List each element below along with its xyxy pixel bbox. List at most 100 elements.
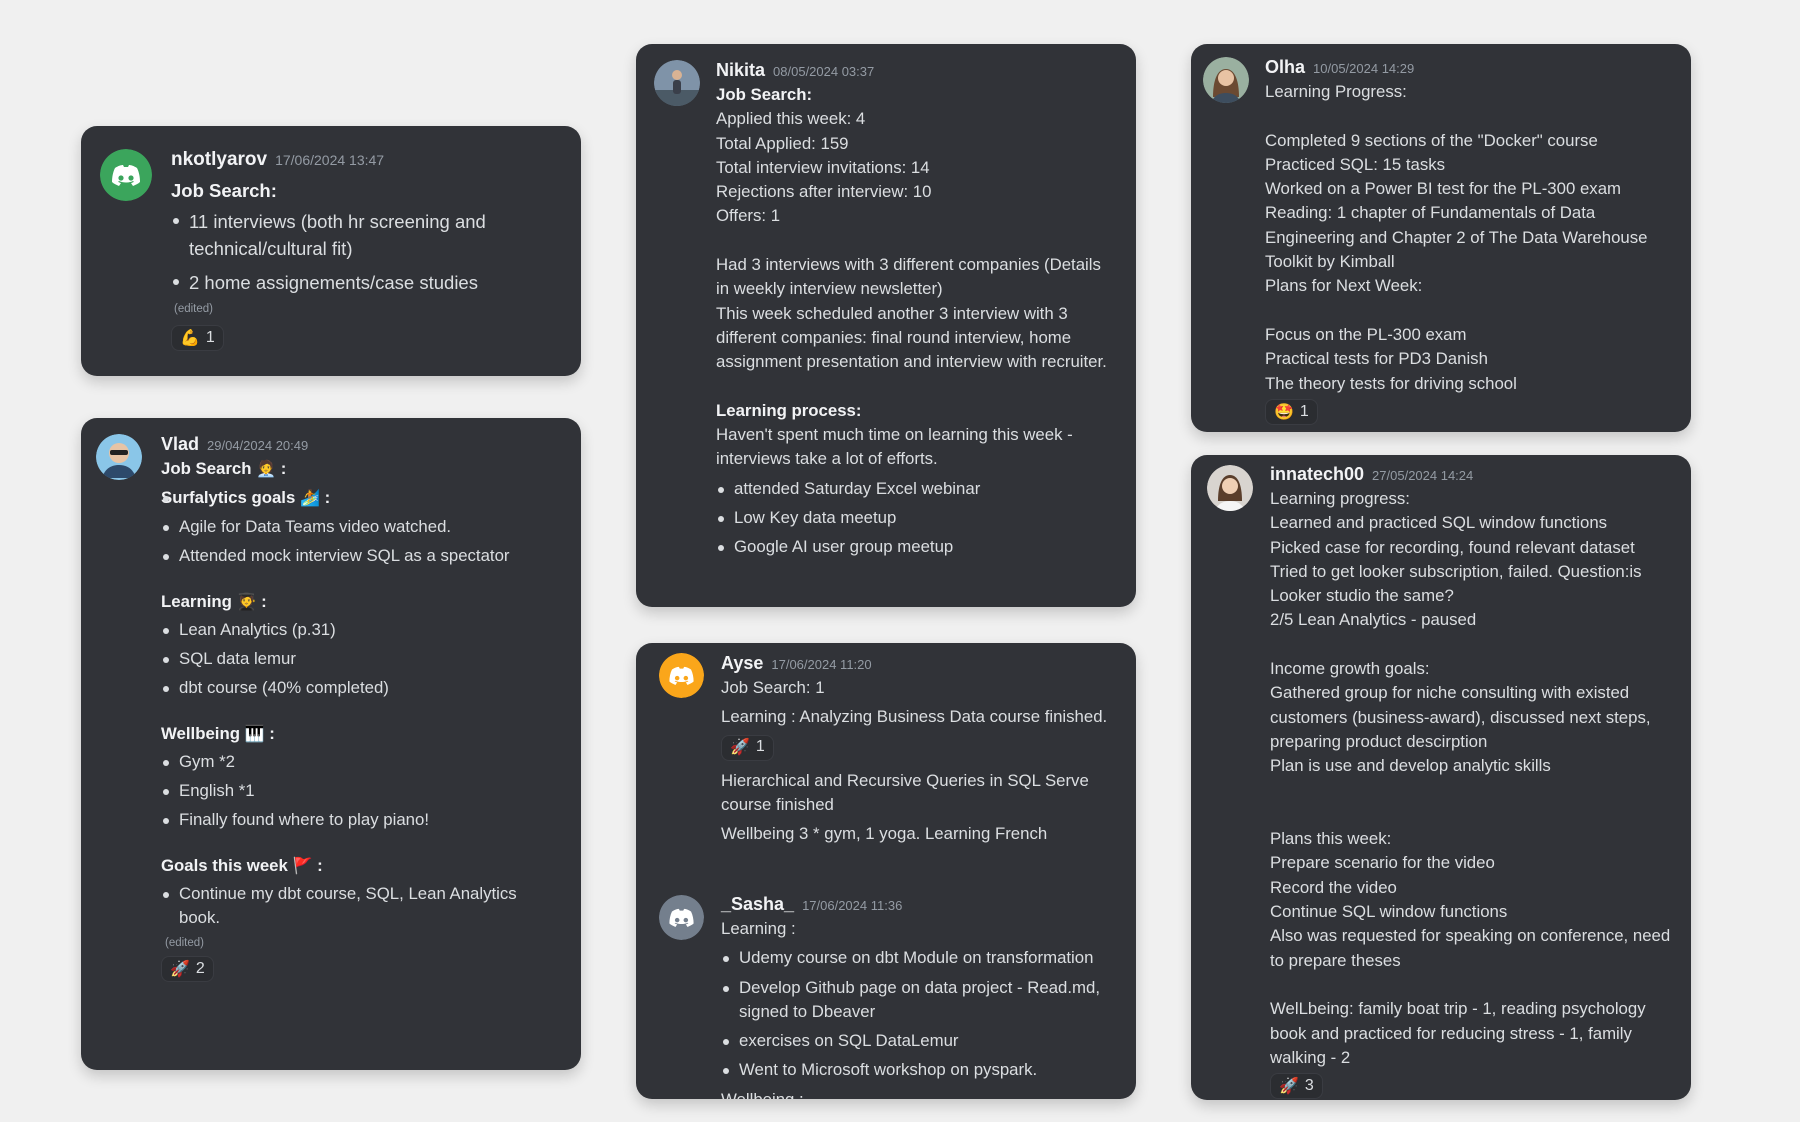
timestamp: 17/06/2024 11:36: [802, 898, 903, 913]
list-item: dbt course (40% completed): [161, 676, 561, 700]
message-line: Job Search: 1: [721, 678, 825, 697]
discord-logo-icon: [659, 653, 704, 698]
paragraph: Haven't spent much time on learning this…: [716, 425, 1073, 469]
paragraph: Had 3 interviews with 3 different compan…: [716, 255, 1101, 299]
list-item: Finally found where to play piano!: [161, 808, 561, 832]
username[interactable]: nkotlyarov: [171, 149, 267, 170]
username[interactable]: Ayse: [721, 653, 763, 673]
message-line: Plans for Next Week:: [1265, 276, 1423, 296]
avatar-discord-gray[interactable]: [659, 895, 704, 940]
timestamp: 08/05/2024 03:37: [773, 64, 875, 79]
stat-line: Offers: 1: [716, 206, 781, 226]
message-line: Completed 9 sections of the "Docker" cou…: [1265, 130, 1598, 150]
username[interactable]: innatech00: [1270, 464, 1364, 484]
paragraph: This week scheduled another 3 interview …: [716, 303, 1107, 372]
student-icon: 🧑‍🎓: [236, 591, 257, 611]
wellbeing-heading: Wellbeing :: [721, 1088, 1126, 1099]
list-item: 2 home assignements/case studies: [171, 269, 561, 297]
wellbeing-heading: Wellbeing: [161, 723, 240, 743]
message-line: [1270, 779, 1675, 803]
message-line: 2/5 Lean Analytics - paused: [1270, 610, 1477, 630]
list-item: English *1: [161, 779, 561, 803]
message-line: Picked case for recording, found relevan…: [1270, 537, 1635, 557]
message-line: Tried to get looker subscription, failed…: [1270, 561, 1642, 606]
timestamp: 17/06/2024 13:47: [275, 152, 385, 168]
avatar-discord-orange[interactable]: [659, 653, 704, 698]
message-line: Reading: 1 chapter of Fundamentals of Da…: [1265, 203, 1648, 272]
message-line: Continue SQL window functions: [1270, 902, 1508, 922]
timestamp: 10/05/2024 14:29: [1313, 61, 1415, 76]
learning-heading: Learning: [161, 591, 232, 611]
rocket-icon: 🚀: [730, 737, 750, 757]
list-item: Udemy course on dbt Module on transforma…: [721, 946, 1126, 970]
message-line: Wellbeing 3 * gym, 1 yoga. Learning Fren…: [721, 824, 1048, 844]
message-line: Worked on a Power BI test for the PL-300…: [1265, 179, 1622, 199]
user-photo-icon: [654, 60, 700, 106]
message-line: [1270, 633, 1675, 657]
surfer-icon: 🏄: [299, 488, 320, 508]
message-line: Learning progress:: [1270, 489, 1410, 508]
stat-line: Total interview invitations: 14: [716, 157, 930, 177]
list-item: Lean Analytics (p.31): [161, 618, 561, 642]
timestamp: 27/05/2024 14:24: [1372, 468, 1474, 483]
username[interactable]: Vlad: [161, 434, 199, 454]
message-line: Income growth goals:: [1270, 659, 1430, 679]
reaction-count: 3: [1304, 1076, 1314, 1094]
message-line: [1270, 803, 1675, 827]
avatar-nikita[interactable]: [654, 60, 700, 106]
list-item: SQL data lemur: [161, 647, 561, 671]
timestamp: 17/06/2024 11:20: [771, 657, 872, 672]
reaction-count: 2: [195, 960, 205, 978]
job-search-heading: Job Search: [161, 459, 252, 478]
message-card-ayse-sasha: Ayse 17/06/2024 11:20 Job Search: 1 Learn…: [636, 643, 1136, 1099]
list-item: Agile for Data Teams video watched.: [161, 515, 561, 539]
reaction-count: 1: [205, 329, 215, 346]
reaction-button[interactable]: 🤩 1: [1265, 398, 1318, 425]
message-line: [1265, 299, 1670, 323]
list-item: 11 interviews (both hr screening and tec…: [171, 208, 561, 263]
learning-process-heading: Learning process:: [716, 400, 862, 420]
reaction-button[interactable]: 🚀 1: [721, 734, 774, 761]
message-card-vlad: Vlad 29/04/2024 20:49 Job Search 🧑‍💼 : Su…: [81, 418, 581, 1070]
message-line: Plan is use and develop analytic skills: [1270, 756, 1551, 776]
username[interactable]: _Sasha_: [721, 894, 794, 914]
message-line: Learned and practiced SQL window functio…: [1270, 513, 1608, 533]
reaction-button[interactable]: 🚀 3: [1270, 1073, 1323, 1100]
list-item: Continue my dbt course, SQL, Lean Analyt…: [161, 882, 561, 930]
list-item: Low Key data meetup: [716, 506, 1116, 530]
message-card-nikita: Nikita 08/05/2024 03:37 Job Search: Appli…: [636, 44, 1136, 607]
timestamp: 29/04/2024 20:49: [207, 438, 309, 453]
message-line: [1265, 104, 1670, 128]
message-line: Also was requested for speaking on confe…: [1270, 926, 1671, 970]
discord-logo-icon: [659, 895, 704, 940]
avatar-vlad[interactable]: [96, 434, 142, 480]
reaction-count: 1: [755, 738, 765, 756]
reaction-button[interactable]: 💪 1: [171, 324, 224, 351]
avatar-innatech00[interactable]: [1207, 465, 1253, 511]
message-line: [1270, 973, 1675, 997]
learning-heading: Learning :: [721, 919, 796, 938]
message-line: WelLbeing: family boat trip - 1, reading…: [1270, 999, 1646, 1067]
surfalytics-heading: Surfalytics goals: [161, 488, 296, 508]
list-item: Went to Microsoft workshop on pyspark.: [721, 1058, 1126, 1082]
edited-label: (edited): [174, 303, 213, 315]
message-line: Prepare scenario for the video: [1270, 853, 1495, 873]
username[interactable]: Nikita: [716, 60, 765, 80]
message-line: Hierarchical and Recursive Queries in SQ…: [721, 770, 1089, 814]
job-search-heading: Job Search:: [716, 85, 813, 104]
job-search-heading: Job Search:: [171, 180, 277, 201]
list-item: Develop Github page on data project - Re…: [721, 976, 1126, 1025]
message-line: Practiced SQL: 15 tasks: [1265, 154, 1446, 174]
message-card-nkotlyarov: nkotlyarov 17/06/2024 13:47 Job Search: 1…: [81, 126, 581, 376]
reaction-button[interactable]: 🚀 2: [161, 956, 214, 983]
username[interactable]: Olha: [1265, 57, 1305, 77]
user-photo-icon: [1207, 465, 1253, 511]
list-item: exercises on SQL DataLemur: [721, 1029, 1126, 1053]
avatar-discord-green[interactable]: [100, 149, 152, 201]
user-photo-icon: [1203, 57, 1249, 103]
avatar-olha[interactable]: [1203, 57, 1249, 103]
message-card-olha: Olha 10/05/2024 14:29 Learning Progress: …: [1191, 44, 1691, 432]
star-struck-icon: 🤩: [1274, 401, 1294, 421]
message-line: Learning : Analyzing Business Data cours…: [721, 707, 1108, 727]
message-line: Practical tests for PD3 Danish: [1265, 349, 1488, 369]
